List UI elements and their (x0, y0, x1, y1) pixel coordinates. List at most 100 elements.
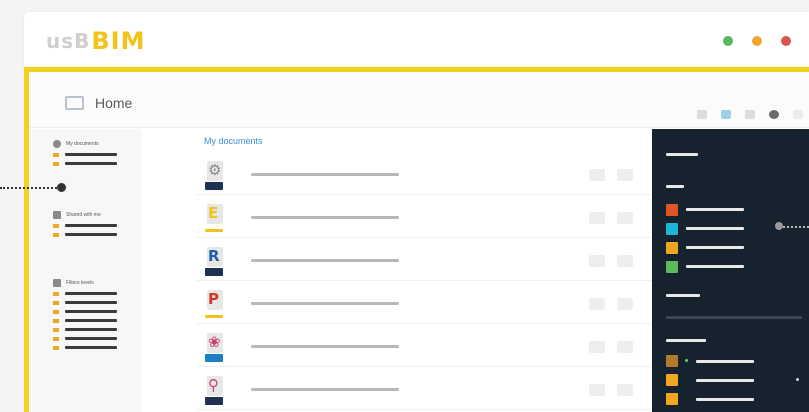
level-swatch[interactable] (666, 355, 678, 367)
pdf-file-icon: P (205, 290, 227, 320)
document-name (251, 388, 399, 391)
sidebar-section-label: Shared with me (66, 212, 101, 218)
page-title: Home (95, 95, 133, 111)
folder-icon (53, 152, 59, 157)
scroll-indicator[interactable] (796, 378, 799, 381)
more-icon[interactable] (793, 110, 803, 119)
document-name (251, 259, 399, 262)
callout-dot-left (57, 183, 66, 192)
window-orange-dot[interactable] (752, 36, 762, 46)
location-file-icon: ⚲ (205, 376, 227, 406)
grid-icon[interactable] (697, 110, 707, 119)
document-row-model[interactable]: ❀ (197, 327, 651, 367)
sidebar-item[interactable] (53, 289, 117, 298)
sidebar-section-my-documents[interactable]: My documents (53, 138, 117, 168)
level-swatch[interactable] (666, 393, 678, 405)
sidebar-item-label (65, 301, 117, 304)
callout-dot-right (775, 222, 783, 230)
filter-icon[interactable] (721, 110, 731, 119)
sidebar-item-label (65, 337, 117, 340)
document-row-location[interactable]: ⚲ (197, 370, 651, 410)
download-icon[interactable] (617, 298, 633, 310)
download-icon[interactable] (617, 212, 633, 224)
level-label (696, 398, 754, 401)
download-icon[interactable] (617, 169, 633, 181)
legend-swatch[interactable] (666, 242, 678, 254)
document-row-ifc[interactable]: ⚙ (197, 155, 651, 195)
folder-icon (53, 232, 59, 237)
download-icon[interactable] (617, 341, 633, 353)
level-swatch[interactable] (666, 374, 678, 386)
folder-icon (53, 309, 59, 314)
folder-icon (53, 300, 59, 305)
documents-heading: My documents (204, 136, 263, 146)
download-icon[interactable] (617, 384, 633, 396)
toolbar (697, 110, 803, 119)
share-icon[interactable] (589, 341, 605, 353)
sidebar-section-label: Filters levels (66, 280, 94, 286)
legend-label (686, 227, 744, 230)
sidebar-item[interactable] (53, 230, 117, 239)
sidebar-item-label (65, 233, 117, 236)
panel-heading (666, 153, 698, 156)
legend-swatch[interactable] (666, 204, 678, 216)
level-label (696, 360, 754, 363)
document-name (251, 216, 399, 219)
sidebar-item[interactable] (53, 307, 117, 316)
legend-label (686, 246, 744, 249)
legend-swatch[interactable] (666, 223, 678, 235)
sidebar-item[interactable] (53, 343, 117, 352)
logo-main: BIM (91, 27, 146, 55)
sidebar-item-label (65, 328, 117, 331)
legend-label (686, 208, 744, 211)
sidebar-section-header: My documents (53, 138, 117, 150)
folder-icon (53, 291, 59, 296)
level-label (696, 379, 754, 382)
panel-subheading (666, 185, 684, 188)
share-icon[interactable] (589, 298, 605, 310)
folder-icon (53, 223, 59, 228)
document-name (251, 302, 399, 305)
panel-section-heading (666, 339, 706, 342)
folder-icon (53, 318, 59, 323)
document-row-pdf[interactable]: P (197, 284, 651, 324)
window-header: Home (29, 72, 809, 128)
sidebar-item[interactable] (53, 298, 117, 307)
document-row-revit[interactable]: R (197, 241, 651, 281)
window-controls (723, 36, 791, 46)
logo-prefix: usB (46, 29, 91, 53)
sidebar-item[interactable] (53, 325, 117, 334)
sidebar-item-label (65, 224, 117, 227)
sidebar-item[interactable] (53, 159, 117, 168)
info-icon[interactable] (769, 110, 779, 119)
legend-swatch[interactable] (666, 261, 678, 273)
list-icon[interactable] (745, 110, 755, 119)
panel-divider-label (666, 294, 700, 297)
share-icon[interactable] (589, 384, 605, 396)
sidebar-item[interactable] (53, 221, 117, 230)
main-window: Home My documents Shared with me Filters… (24, 67, 809, 412)
sidebar-item[interactable] (53, 150, 117, 159)
user-icon (53, 140, 61, 148)
sidebar-item[interactable] (53, 316, 117, 325)
window-red-dot[interactable] (781, 36, 791, 46)
document-row-excel[interactable]: E (197, 198, 651, 238)
sidebar-item-label (65, 292, 117, 295)
sidebar-section-filters[interactable]: Filters levels (53, 277, 117, 352)
share-icon[interactable] (589, 169, 605, 181)
download-icon[interactable] (617, 255, 633, 267)
window-green-dot[interactable] (723, 36, 733, 46)
callout-line-left (0, 187, 60, 189)
share-icon[interactable] (589, 212, 605, 224)
folder-icon (53, 279, 61, 287)
share-icon[interactable] (589, 255, 605, 267)
active-indicator (685, 359, 688, 362)
sidebar-section-shared[interactable]: Shared with me (53, 209, 117, 239)
sidebar-item[interactable] (53, 334, 117, 343)
folder-icon (53, 345, 59, 350)
revit-file-icon: R (205, 247, 227, 277)
app-logo[interactable]: usB BIM (46, 27, 146, 55)
callout-line-right (780, 226, 809, 228)
folder-icon (53, 327, 59, 332)
folder-icon (53, 161, 59, 166)
